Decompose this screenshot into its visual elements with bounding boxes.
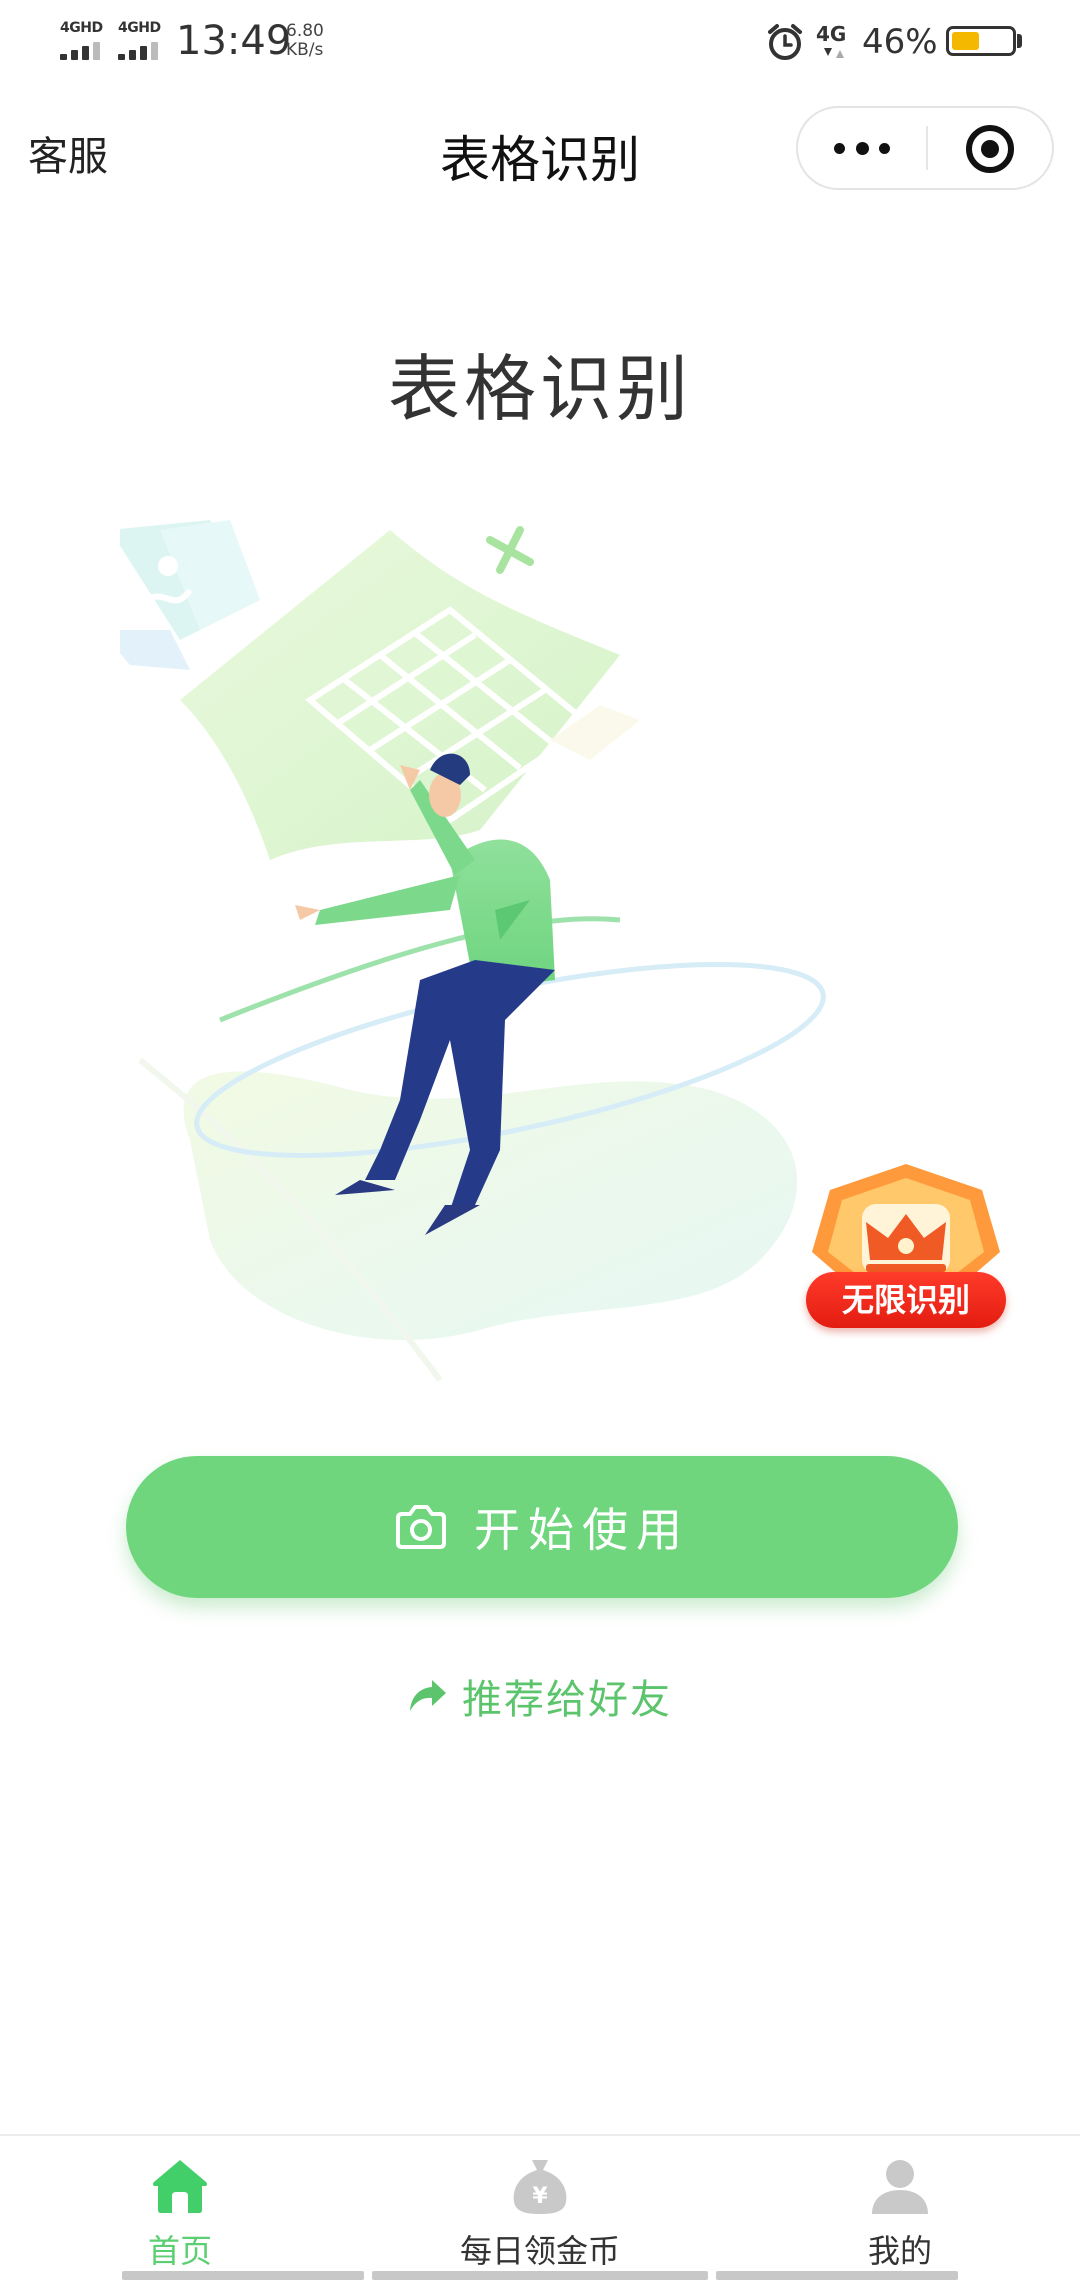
tab-label-profile: 我的 [867,2232,932,2270]
battery-icon [946,26,1016,56]
battery-level-fill [952,32,979,50]
battery-percent: 46% [862,22,938,62]
tab-label-daily-coins: 每日领金币 [459,2232,620,2270]
signal-label-2: 4GHD [118,20,161,36]
battery-cap [1017,34,1022,48]
network-4g-icon: 4G [816,22,854,62]
home-indicator-segment [716,2271,958,2280]
tab-label-home: 首页 [147,2232,212,2270]
svg-text:¥: ¥ [532,2184,548,2209]
bottom-tab-bar: 首页 ¥ 每日领金币 我的 [0,2134,1080,2282]
badge-label: 无限识别 [806,1272,1006,1328]
share-arrow-icon [410,1680,446,1711]
tab-home[interactable]: 首页 [0,2136,360,2282]
capsule-divider [926,126,928,170]
main-heading: 表格识别 [387,347,692,431]
home-indicator-segment [122,2271,364,2280]
share-to-friend-link[interactable]: 推荐给好友 [0,1668,1080,1724]
tab-profile[interactable]: 我的 [720,2136,1080,2282]
alarm-clock-icon [768,24,802,60]
network-speed: 6.80 KB/s [286,22,324,60]
camera-icon [396,1505,446,1549]
start-button-label: 开始使用 [474,1503,690,1557]
home-indicator-segment [372,2271,708,2280]
network-speed-value: 6.80 [286,21,324,41]
person-holding-spreadsheet-illustration [120,520,826,1382]
network-speed-unit: KB/s [286,40,324,60]
status-bar: 4GHD 4GHD 13:49 6.80 KB/s 4G 46% [0,0,1080,90]
home-icon [153,2160,207,2213]
unlimited-recognition-badge[interactable]: 无限识别 [806,1160,1006,1340]
more-dots-icon[interactable] [832,138,892,160]
share-label: 推荐给好友 [462,1677,672,1723]
close-target-icon[interactable] [966,125,1014,173]
user-icon [872,2160,928,2214]
coin-bag-icon: ¥ [513,2160,567,2214]
status-time: 13:49 [176,18,292,64]
tab-daily-coins[interactable]: ¥ 每日领金币 [360,2136,720,2282]
mini-program-capsule [796,106,1054,190]
signal-label-1: 4GHD [60,20,103,36]
network-type-label: 4G [816,22,847,46]
start-button[interactable]: 开始使用 [126,1456,958,1598]
